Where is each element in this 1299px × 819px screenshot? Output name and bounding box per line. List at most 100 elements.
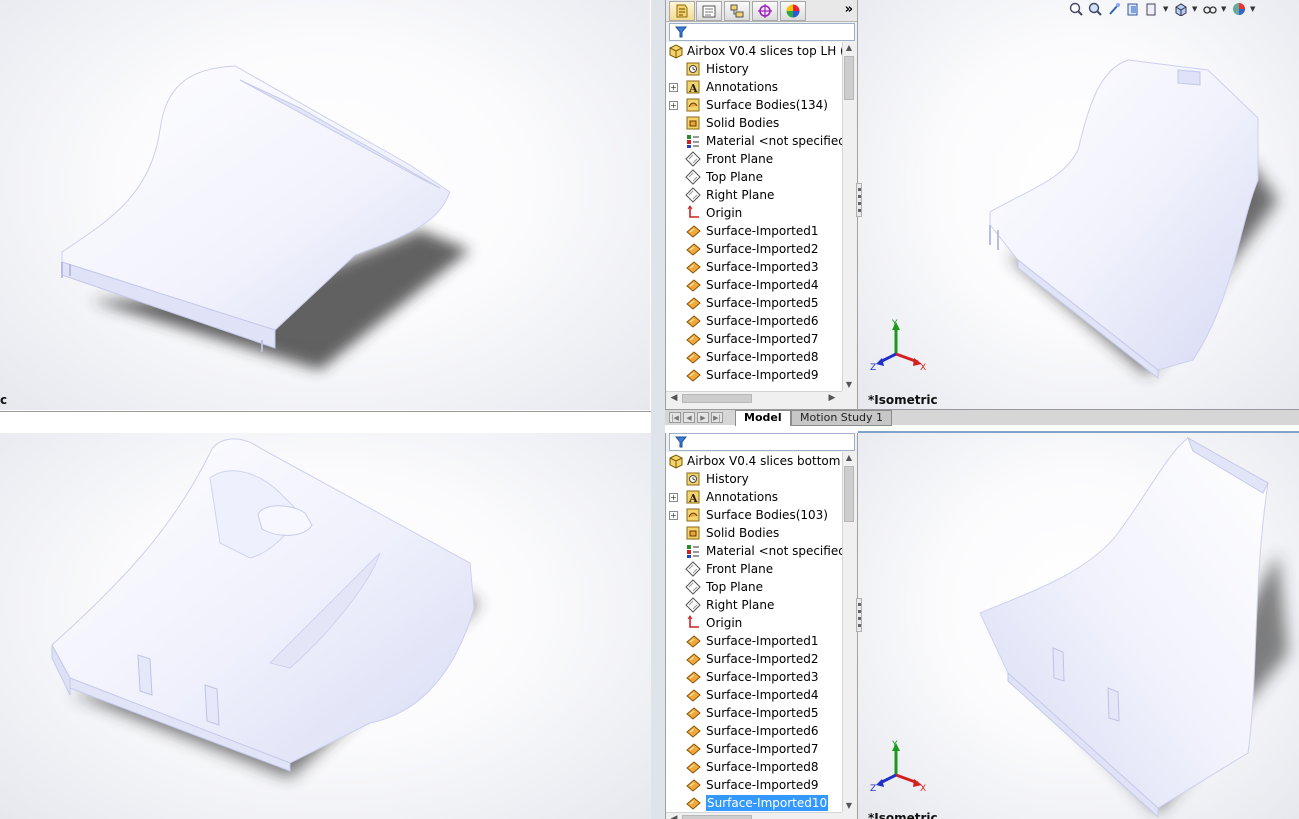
tree-item-solid-bodies[interactable]: Solid Bodies	[666, 114, 844, 132]
first-tab-icon[interactable]: |◀	[669, 412, 681, 423]
display-style-icon[interactable]	[1173, 1, 1189, 17]
tree-item-surface-imported8[interactable]: Surface-Imported8	[666, 348, 844, 366]
tab-motion-study-1[interactable]: Motion Study 1	[791, 410, 893, 426]
more-tabs-button[interactable]: »	[845, 2, 853, 17]
dimxpert-icon[interactable]	[752, 1, 778, 21]
section-view-icon[interactable]	[1125, 1, 1141, 17]
tree-item-label: Origin	[706, 616, 743, 630]
zoom-to-area-icon[interactable]	[1087, 1, 1103, 17]
tree-item-surface-imported1[interactable]: Surface-Imported1	[666, 632, 844, 650]
viewport-divider-left[interactable]	[651, 0, 665, 819]
tree-item-surface-imported6[interactable]: Surface-Imported6	[666, 312, 844, 330]
viewport-top-right[interactable]: ▼ ▼ ▼ ▼ Y X Z *Isometric	[858, 0, 1299, 410]
panel-collapse-handle[interactable]	[856, 183, 862, 217]
viewport-top-left[interactable]: c	[0, 0, 650, 410]
tree-item-top-plane[interactable]: Top Plane	[666, 168, 844, 186]
tree-item-right-plane[interactable]: Right Plane	[666, 186, 844, 204]
tree-horizontal-scrollbar[interactable]: ◀	[666, 812, 842, 819]
scroll-right-icon[interactable]: ▶	[826, 392, 838, 405]
tree-item-surface-imported4[interactable]: Surface-Imported4	[666, 276, 844, 294]
tree-item-surface-imported10[interactable]: Surface-Imported10	[666, 794, 844, 812]
next-tab-icon[interactable]: ▶	[697, 412, 709, 423]
chevron-down-icon[interactable]: ▼	[1250, 5, 1257, 13]
scrollbar-thumb[interactable]	[682, 815, 752, 819]
tree-filter-bar[interactable]	[669, 23, 855, 41]
configurationmanager-icon[interactable]	[724, 1, 750, 21]
tree-item-surface-imported3[interactable]: Surface-Imported3	[666, 668, 844, 686]
scroll-up-icon[interactable]: ▲	[843, 42, 855, 54]
tree-item-surface-imported7[interactable]: Surface-Imported7	[666, 330, 844, 348]
scroll-down-icon[interactable]: ▼	[843, 800, 855, 812]
tree-vertical-scrollbar[interactable]: ▲ ▼	[842, 42, 855, 391]
tree-item-surface-bodies-103[interactable]: + Surface Bodies(103)	[666, 506, 844, 524]
display-manager-icon[interactable]	[780, 1, 806, 21]
tree-item-surface-imported9[interactable]: Surface-Imported9	[666, 776, 844, 794]
tree-item-top-plane[interactable]: Top Plane	[666, 578, 844, 596]
viewport-bottom-left[interactable]	[0, 433, 651, 819]
tree-item-origin[interactable]: Origin	[666, 614, 844, 632]
viewport-bottom-right[interactable]: Y X Z *Isometric	[858, 433, 1299, 819]
panel-collapse-handle[interactable]	[856, 598, 862, 632]
filter-icon[interactable]	[675, 26, 687, 38]
tree-item-surface-imported2[interactable]: Surface-Imported2	[666, 650, 844, 668]
tree-item-surface-imported4[interactable]: Surface-Imported4	[666, 686, 844, 704]
scroll-left-icon[interactable]: ◀	[668, 392, 680, 405]
tree-item-surface-imported5[interactable]: Surface-Imported5	[666, 704, 844, 722]
tree-root-label: Airbox V0.4 slices bottom LH	[687, 454, 844, 468]
tree-item-surface-imported5[interactable]: Surface-Imported5	[666, 294, 844, 312]
tree-item-front-plane[interactable]: Front Plane	[666, 560, 844, 578]
expand-plus-icon[interactable]: +	[669, 83, 678, 92]
tree-item-surface-imported6[interactable]: Surface-Imported6	[666, 722, 844, 740]
airbox-bottom-model[interactable]	[0, 433, 651, 819]
tree-item-surface-imported9[interactable]: Surface-Imported9	[666, 366, 844, 384]
tree-horizontal-scrollbar[interactable]: ◀ ▶	[666, 391, 842, 405]
airbox-top-model[interactable]	[0, 0, 650, 410]
tree-item-surface-bodies-134[interactable]: + Surface Bodies(134)	[666, 96, 844, 114]
filter-icon[interactable]	[675, 436, 687, 448]
viewport-divider-left-horizontal[interactable]	[0, 411, 651, 433]
chevron-down-icon[interactable]: ▼	[1192, 5, 1199, 13]
tree-item-annotations[interactable]: + A Annotations	[666, 78, 844, 96]
zoom-to-fit-icon[interactable]	[1068, 1, 1084, 17]
expand-plus-icon[interactable]: +	[669, 493, 678, 502]
tree-item-front-plane[interactable]: Front Plane	[666, 150, 844, 168]
tree-item-surface-imported1[interactable]: Surface-Imported1	[666, 222, 844, 240]
scroll-left-icon[interactable]: ◀	[668, 813, 680, 819]
chevron-down-icon[interactable]: ▼	[1163, 5, 1170, 13]
tree-item-history[interactable]: History	[666, 60, 844, 78]
tree-item-label: Surface-Imported4	[706, 278, 819, 292]
appearance-icon[interactable]	[1231, 1, 1247, 17]
tree-root-part[interactable]: Airbox V0.4 slices top LH (De	[666, 42, 844, 60]
prev-tab-icon[interactable]: ◀	[683, 412, 695, 423]
tree-item-annotations[interactable]: + A Annotations	[666, 488, 844, 506]
scrollbar-thumb[interactable]	[844, 466, 854, 522]
featuremanager-icon[interactable]	[669, 1, 695, 21]
tree-root-part[interactable]: Airbox V0.4 slices bottom LH	[666, 452, 844, 470]
previous-view-icon[interactable]	[1106, 1, 1122, 17]
tree-item-surface-imported2[interactable]: Surface-Imported2	[666, 240, 844, 258]
scrollbar-thumb[interactable]	[682, 394, 752, 403]
tree-item-material-not-specified[interactable]: Material <not specified>	[666, 132, 844, 150]
propertymanager-icon[interactable]	[696, 1, 722, 21]
expand-plus-icon[interactable]: +	[669, 511, 678, 520]
tree-vertical-scrollbar[interactable]: ▲ ▼	[842, 452, 855, 812]
scrollbar-thumb[interactable]	[844, 56, 854, 100]
tree-item-material-not-specified[interactable]: Material <not specified>	[666, 542, 844, 560]
tab-model[interactable]: Model	[735, 410, 791, 426]
chevron-down-icon[interactable]: ▼	[1221, 5, 1228, 13]
scroll-down-icon[interactable]: ▼	[843, 379, 855, 391]
tree-item-surface-imported7[interactable]: Surface-Imported7	[666, 740, 844, 758]
tree-item-label: Surface-Imported6	[706, 724, 819, 738]
tree-item-solid-bodies[interactable]: Solid Bodies	[666, 524, 844, 542]
last-tab-icon[interactable]: ▶|	[711, 412, 723, 423]
tree-item-right-plane[interactable]: Right Plane	[666, 596, 844, 614]
expand-plus-icon[interactable]: +	[669, 101, 678, 110]
tree-item-origin[interactable]: Origin	[666, 204, 844, 222]
scroll-up-icon[interactable]: ▲	[843, 452, 855, 464]
view-orientation-icon[interactable]	[1144, 1, 1160, 17]
tree-item-surface-imported8[interactable]: Surface-Imported8	[666, 758, 844, 776]
tree-item-history[interactable]: History	[666, 470, 844, 488]
hide-show-items-icon[interactable]	[1202, 1, 1218, 17]
tree-item-surface-imported3[interactable]: Surface-Imported3	[666, 258, 844, 276]
tree-filter-bar[interactable]	[669, 433, 855, 451]
